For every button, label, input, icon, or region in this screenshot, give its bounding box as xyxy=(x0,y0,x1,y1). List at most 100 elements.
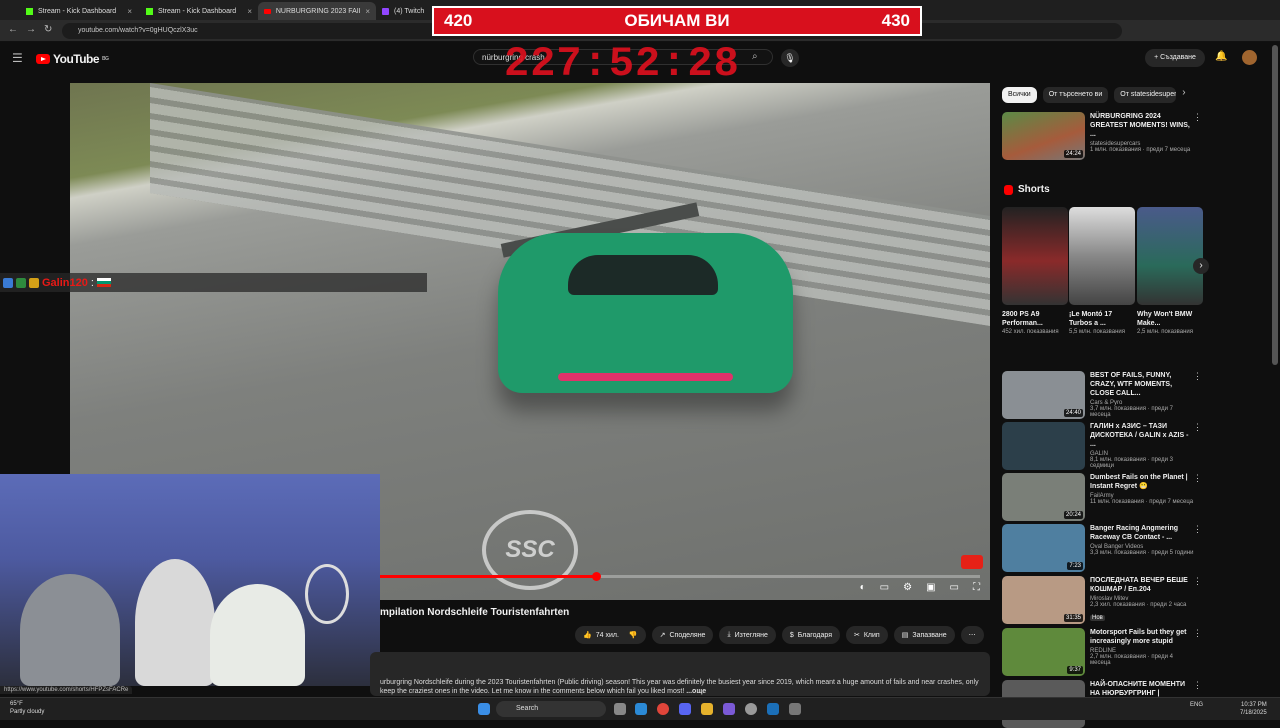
weather-desc: Partly cloudy xyxy=(10,709,45,715)
save-button[interactable]: ▤ Запазване xyxy=(893,626,955,644)
youtube-button-icon[interactable] xyxy=(961,555,983,569)
short-thumbnail[interactable] xyxy=(1069,207,1135,305)
more-vert-icon[interactable]: ⋮ xyxy=(1193,680,1202,691)
video-title: ПОСЛЕДНАТА ВЕЧЕР БЕШЕ КОШМАР / Еп.204 xyxy=(1090,577,1188,593)
browser-tab[interactable]: Stream - Kick Dashboard × xyxy=(20,2,138,20)
folder-icon[interactable] xyxy=(701,703,713,715)
overlay-title: ОБИЧАМ ВИ xyxy=(624,11,730,30)
recommended-video[interactable]: 24:24 NÜRBURGRING 2024 GREATEST MOMENTS!… xyxy=(1002,112,1202,160)
chip-from-channel[interactable]: От statesidesuper xyxy=(1114,87,1177,103)
shorts-heading-text: Shorts xyxy=(1018,184,1050,195)
theater-icon[interactable]: ▭ xyxy=(950,582,959,596)
download-button[interactable]: ⤓ Изтегляне xyxy=(719,626,776,644)
video-thumbnail: 9:37 xyxy=(1002,628,1085,676)
short-info: 2800 PS A9 Performan... 452 хил. показван… xyxy=(1002,310,1068,336)
miniplayer-icon[interactable]: ▣ xyxy=(926,582,935,596)
duration-badge: 24:24 xyxy=(1063,150,1083,158)
recommended-video[interactable]: 7:23 Banger Racing Angmering Raceway CB C… xyxy=(1002,524,1202,572)
task-view-icon[interactable] xyxy=(614,703,626,715)
thumbs-up-icon: 👍 xyxy=(583,632,592,639)
menu-icon[interactable]: ☰ xyxy=(12,51,23,65)
browser-tab-active[interactable]: NÜRBURGRING 2023 FAIL & W × xyxy=(258,2,376,20)
chat-separator: : xyxy=(90,276,94,289)
create-label: Създаване xyxy=(1160,54,1196,61)
clip-button[interactable]: ✂ Клип xyxy=(845,626,888,644)
more-vert-icon[interactable]: ⋮ xyxy=(1193,371,1202,382)
short-thumbnail[interactable] xyxy=(1137,207,1203,305)
clock[interactable]: 10:37 PM 7/18/2025 xyxy=(1240,701,1267,717)
taskbar-search[interactable]: Search xyxy=(496,701,606,717)
more-vert-icon[interactable]: ⋮ xyxy=(1193,628,1202,639)
show-more-link[interactable]: ...още xyxy=(686,688,706,695)
edge-icon[interactable] xyxy=(635,703,647,715)
system-tray[interactable]: ENG xyxy=(1190,702,1203,708)
scrubber-handle[interactable] xyxy=(592,572,601,581)
chevron-right-icon[interactable]: › xyxy=(1182,87,1185,103)
close-icon[interactable]: × xyxy=(127,7,132,16)
windows-start-icon[interactable] xyxy=(478,703,490,715)
more-vert-icon[interactable]: ⋮ xyxy=(1193,473,1202,484)
like-button[interactable]: 👍 74 хил. 👎 xyxy=(575,626,646,644)
mic-icon[interactable]: 🎙 xyxy=(781,49,799,67)
video-stats: 2,7 млн. показвания · преди 4 месеца xyxy=(1090,654,1173,666)
fullscreen-icon[interactable]: ⛶ xyxy=(973,582,980,596)
duration-badge: 9:37 xyxy=(1067,666,1083,674)
video-title: ГАЛИН x АЗИС – ТАЗИ ДИСКОТЕКА / GALIN x … xyxy=(1090,423,1189,448)
taskbar-search-label: Search xyxy=(516,705,539,712)
avatar[interactable] xyxy=(1242,50,1257,65)
recommended-video[interactable]: 20:24 Dumbest Fails on the Planet | Insta… xyxy=(1002,473,1202,521)
more-vert-icon[interactable]: ⋮ xyxy=(1193,112,1202,123)
settings-icon[interactable]: ⚙ xyxy=(903,582,912,596)
short-title: ¡Le Montó 17 Turbos a ... xyxy=(1069,311,1113,327)
forward-icon[interactable]: → xyxy=(26,24,36,35)
short-thumbnail[interactable] xyxy=(1002,207,1068,305)
recommended-video[interactable]: 9:37 Motorsport Fails but they get increa… xyxy=(1002,628,1202,676)
more-vert-icon[interactable]: ⋮ xyxy=(1193,576,1202,587)
short-views: 5,5 млн. показвания xyxy=(1069,329,1126,335)
back-icon[interactable]: ← xyxy=(8,24,18,35)
recommended-video[interactable]: ГАЛИН x АЗИС – ТАЗИ ДИСКОТЕКА / GALIN x … xyxy=(1002,422,1202,470)
close-icon[interactable]: × xyxy=(365,7,370,16)
reload-icon[interactable]: ↻ xyxy=(44,24,52,35)
more-vert-icon[interactable]: ⋮ xyxy=(1193,524,1202,535)
autoplay-toggle-icon[interactable]: ◐ xyxy=(860,582,866,596)
obs-icon[interactable] xyxy=(745,703,757,715)
weather-widget[interactable]: 65°F Partly cloudy xyxy=(10,700,44,716)
video-description[interactable]: urburgring Nordschleife during the 2023 … xyxy=(370,652,990,696)
video-progress-bar[interactable] xyxy=(380,572,980,581)
browser-tab[interactable]: Stream - Kick Dashboard × xyxy=(140,2,258,20)
subtitles-icon[interactable]: ▭ xyxy=(880,582,889,596)
progress-fill xyxy=(380,575,596,578)
chevron-right-icon[interactable]: › xyxy=(1193,258,1209,274)
logo-region: BG xyxy=(102,56,109,62)
page-scrollbar[interactable] xyxy=(1272,45,1278,365)
notifications-icon[interactable]: 🔔 xyxy=(1215,51,1227,62)
duration-badge: 7:23 xyxy=(1067,562,1083,570)
more-button[interactable]: ⋯ xyxy=(960,626,984,644)
youtube-logo[interactable]: YouTube BG xyxy=(36,52,109,66)
steam-icon[interactable] xyxy=(767,703,779,715)
more-vert-icon[interactable]: ⋮ xyxy=(1193,422,1202,433)
recommended-video[interactable]: 24:40 BEST OF FAILS, FUNNY, CRAZY, WTF MO… xyxy=(1002,371,1202,419)
chip-from-search[interactable]: От търсенето ви xyxy=(1042,87,1109,103)
kick-icon xyxy=(26,7,33,15)
video-title: NÜRBURGRING 2024 GREATEST MOMENTS! WINS,… xyxy=(1090,113,1190,138)
close-icon[interactable]: × xyxy=(247,7,252,16)
share-button[interactable]: ↗ Споделяне xyxy=(651,626,714,644)
video-title: Dumbest Fails on the Planet | Instant Re… xyxy=(1090,474,1188,490)
chrome-icon[interactable] xyxy=(657,703,669,715)
thanks-button[interactable]: $ Благодаря xyxy=(781,626,840,644)
short-views: 452 хил. показвания xyxy=(1002,329,1059,335)
settings-icon[interactable] xyxy=(789,703,801,715)
recommended-video[interactable]: 31:35 ПОСЛЕДНАТА ВЕЧЕР БЕШЕ КОШМАР / Еп.2… xyxy=(1002,576,1202,624)
chip-all[interactable]: Всички xyxy=(1002,87,1037,103)
create-button[interactable]: + Създаване xyxy=(1145,49,1205,67)
language-indicator[interactable]: ENG xyxy=(1190,702,1203,708)
app-icon[interactable] xyxy=(723,703,735,715)
discord-icon[interactable] xyxy=(679,703,691,715)
webcam-overlay xyxy=(0,474,380,686)
like-count: 74 хил. xyxy=(595,631,619,639)
tab-label: NÜRBURGRING 2023 FAIL & W xyxy=(275,7,360,15)
browser-tab[interactable]: (4) Twitch xyxy=(376,2,432,20)
thumbs-down-icon[interactable]: 👎 xyxy=(629,631,638,639)
